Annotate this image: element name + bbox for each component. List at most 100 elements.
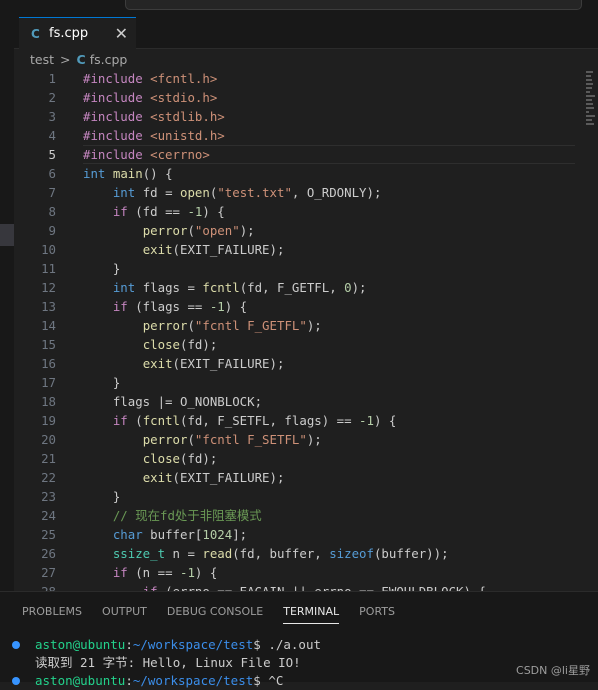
code-token: (: [187, 432, 195, 447]
line-number: 6: [48, 166, 56, 181]
code-token: <cerrno>: [150, 147, 210, 162]
code-line[interactable]: 10 exit(EXIT_FAILURE);: [14, 240, 584, 259]
tab-label: fs.cpp: [49, 26, 89, 41]
line-number: 28: [14, 582, 56, 591]
command-center-search[interactable]: [125, 0, 582, 10]
code-text: if (n == -1) {: [83, 563, 217, 582]
code-line[interactable]: 28 if (errno == EAGAIN || errno == EWOUL…: [14, 582, 584, 591]
code-line[interactable]: 1 #include <fcntl.h>: [14, 69, 584, 88]
code-token: -1: [359, 413, 374, 428]
title-bar: [0, 0, 598, 14]
breadcrumb-file[interactable]: fs.cpp: [90, 52, 128, 67]
code-line[interactable]: 17 }: [14, 373, 584, 392]
breadcrumb: test > C fs.cpp: [14, 49, 127, 69]
code-line[interactable]: 15 close(fd);: [14, 335, 584, 354]
code-line[interactable]: 12 int flags = fcntl(fd, F_GETFL, 0);: [14, 278, 584, 297]
code-text: perror("fcntl F_SETFL");: [83, 430, 322, 449]
code-line[interactable]: 27 if (n == -1) {: [14, 563, 584, 582]
code-line[interactable]: 22 exit(EXIT_FAILURE);: [14, 468, 584, 487]
line-number: 22: [41, 470, 56, 485]
editor-tab-bar: C fs.cpp ✕: [14, 14, 598, 49]
line-number: 9: [48, 223, 56, 238]
breadcrumb-folder[interactable]: test: [30, 52, 54, 67]
code-token: (: [187, 223, 195, 238]
tab-problems[interactable]: PROBLEMS: [22, 605, 82, 624]
code-text: #include <stdlib.h>: [83, 107, 225, 126]
code-token: , O_RDONLY);: [291, 185, 382, 200]
selected-item-edge[interactable]: [0, 224, 14, 246]
code-token: }: [83, 489, 121, 504]
line-number: 7: [48, 185, 56, 200]
minimap-line: [586, 103, 593, 105]
tab-debug-console[interactable]: DEBUG CONSOLE: [167, 605, 263, 624]
code-line[interactable]: 18 flags |= O_NONBLOCK;: [14, 392, 584, 411]
line-number: 11: [41, 261, 56, 276]
tab-terminal[interactable]: TERMINAL: [283, 605, 340, 624]
code-token: -1: [187, 204, 203, 219]
code-editor[interactable]: 1 #include <fcntl.h> 2 #include <stdio.h> 3 #…: [14, 69, 584, 591]
code-line[interactable]: 19 if (fcntl(fd, F_SETFL, flags) == -1) …: [14, 411, 584, 430]
code-line[interactable]: 9 perror("open");: [14, 221, 584, 240]
code-token: ) {: [224, 299, 248, 314]
terminal-token: 读取到 21 字节: Hello, Linux File IO!: [35, 655, 301, 670]
code-text: exit(EXIT_FAILURE);: [83, 468, 285, 487]
code-token: n =: [165, 546, 203, 561]
code-line[interactable]: 7 int fd = open("test.txt", O_RDONLY);: [14, 183, 584, 202]
code-line[interactable]: 23 }: [14, 487, 584, 506]
terminal-text: aston@ubuntu:~/workspace/test$ ./a.out: [35, 636, 321, 654]
code-line[interactable]: 3 #include <stdlib.h>: [14, 107, 584, 126]
code-token: flags =: [135, 280, 203, 295]
close-icon[interactable]: ✕: [115, 24, 128, 43]
code-token: ) {: [373, 413, 397, 428]
code-token: <stdlib.h>: [150, 109, 225, 124]
code-line[interactable]: 21 close(fd);: [14, 449, 584, 468]
minimap-line: [586, 79, 592, 81]
code-line[interactable]: 20 perror("fcntl F_SETFL");: [14, 430, 584, 449]
tab-ports[interactable]: PORTS: [359, 605, 395, 624]
code-text: exit(EXIT_FAILURE);: [83, 240, 285, 259]
code-line[interactable]: 11 }: [14, 259, 584, 278]
code-line[interactable]: 13 if (flags == -1) {: [14, 297, 584, 316]
code-token: fd =: [135, 185, 180, 200]
code-line[interactable]: 14 perror("fcntl F_GETFL");: [14, 316, 584, 335]
code-line[interactable]: 6 int main() {: [14, 164, 584, 183]
cpp-file-icon: C: [76, 51, 86, 67]
minimap[interactable]: [584, 69, 598, 149]
watermark: CSDN @li星野: [516, 664, 590, 677]
code-token: <fcntl.h>: [150, 71, 218, 86]
command-decoration-icon[interactable]: [12, 677, 20, 685]
code-token: main: [112, 166, 143, 181]
code-line[interactable]: 26 ssize_t n = read(fd, buffer, sizeof(b…: [14, 544, 584, 563]
code-token: "open": [194, 223, 240, 238]
line-number: 8: [48, 204, 56, 219]
code-line[interactable]: 4 #include <unistd.h>: [14, 126, 584, 145]
code-token: }: [83, 261, 121, 276]
code-token: if: [143, 584, 158, 591]
line-number: 3: [48, 109, 56, 124]
code-line[interactable]: 8 if (fd == -1) {: [14, 202, 584, 221]
command-decoration-icon[interactable]: [12, 641, 20, 649]
code-line[interactable]: 5 #include <cerrno>: [14, 145, 584, 164]
terminal-token: ~/workspace/test: [132, 637, 254, 652]
tab-fs-cpp[interactable]: C fs.cpp ✕: [19, 17, 136, 49]
code-line[interactable]: 24 // 现在fd处于非阻塞模式: [14, 506, 584, 525]
code-text: if (flags == -1) {: [83, 297, 247, 316]
minimap-line: [586, 83, 593, 85]
line-number: 25: [41, 527, 56, 542]
line-number: 15: [41, 337, 56, 352]
code-text: flags |= O_NONBLOCK;: [83, 392, 262, 411]
code-line[interactable]: 2 #include <stdio.h>: [14, 88, 584, 107]
code-line[interactable]: 16 exit(EXIT_FAILURE);: [14, 354, 584, 373]
code-token: (fd);: [180, 337, 218, 352]
code-text: int fd = open("test.txt", O_RDONLY);: [83, 183, 382, 202]
code-line[interactable]: 25 char buffer[1024];: [14, 525, 584, 544]
line-number: 26: [41, 546, 56, 561]
tab-output[interactable]: OUTPUT: [102, 605, 147, 624]
